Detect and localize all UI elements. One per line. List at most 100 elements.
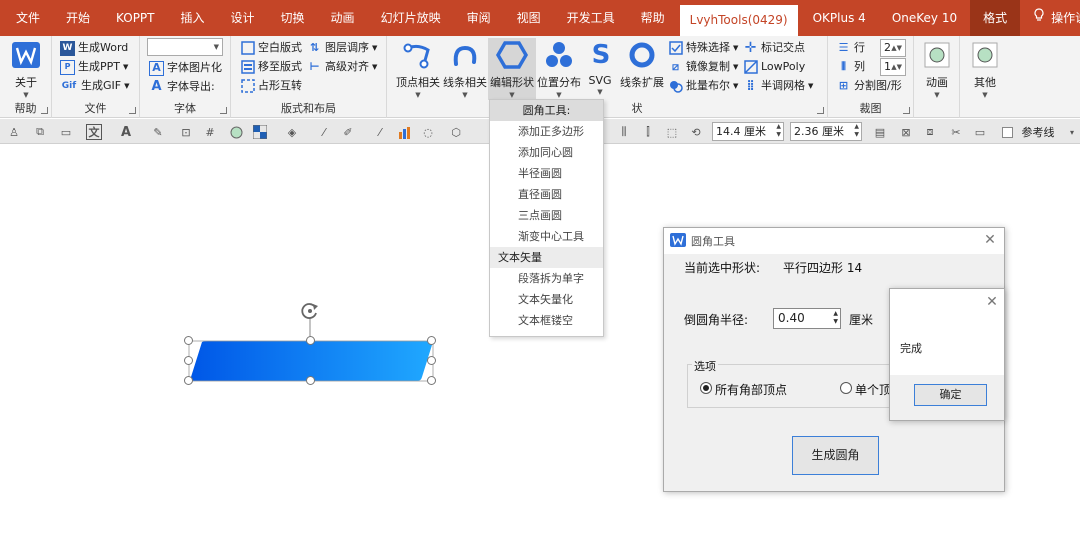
rotate-handle-icon[interactable] [300, 301, 320, 321]
frame-icon[interactable]: ▭ [972, 124, 988, 140]
resize-handle[interactable] [427, 336, 436, 345]
group-expand-icon[interactable] [903, 107, 910, 114]
gen-ppt-button[interactable]: P 生成PPT ▼ [60, 57, 128, 77]
lowpoly-button[interactable]: LowPoly [743, 57, 805, 77]
group-expand-icon[interactable] [220, 107, 227, 114]
radio-all-corners[interactable] [700, 382, 712, 394]
person-icon[interactable]: ♙ [6, 124, 22, 140]
align-icon[interactable]: ⫼ [616, 124, 632, 140]
color-block-icon[interactable] [252, 124, 268, 140]
chevron-down-icon[interactable]: ▾ [1064, 124, 1080, 140]
font-export-button[interactable]: A 字体导出: [149, 77, 214, 97]
tab-review[interactable]: 审阅 [454, 0, 504, 36]
placeholder-swap-button[interactable]: 占形互转 [240, 76, 302, 96]
tab-insert[interactable]: 插入 [168, 0, 218, 36]
font-to-image-button[interactable]: A 字体图片化 [149, 58, 222, 78]
group-objects-icon[interactable]: ⧉ [32, 124, 48, 140]
shape-outline-icon[interactable]: ⬡ [448, 124, 464, 140]
mirror-copy-button[interactable]: ⧄ 镜像复制 ▼ [668, 57, 738, 77]
resize-handle[interactable] [184, 376, 193, 385]
table-icon[interactable]: ▤ [872, 124, 888, 140]
radius-input[interactable]: 0.40 ▲ ▼ [773, 308, 841, 329]
group-expand-icon[interactable] [129, 107, 136, 114]
vertex-button[interactable]: 顶点相关 ▼ [395, 38, 441, 99]
shape-width-input[interactable]: 14.4 厘米 ▲ ▼ [712, 122, 784, 141]
move-to-layout-button[interactable]: 移至版式 [240, 57, 302, 77]
other-button[interactable]: 其他 ▼ [968, 38, 1002, 99]
layer-order-button[interactable]: ⇅ 图层调序 ▼ [307, 38, 378, 58]
generate-rounded-button[interactable]: 生成圆角 [792, 436, 879, 475]
hash-icon[interactable]: # [202, 124, 218, 140]
text-style-icon[interactable]: 文 [86, 124, 102, 140]
resize-handle[interactable] [306, 376, 315, 385]
rows-stepper[interactable]: 2 ▲▼ [880, 39, 906, 57]
menu-section-rounded-tool[interactable]: 圆角工具: [490, 100, 603, 121]
textbox-icon[interactable]: ▭ [58, 124, 74, 140]
menu-item-split-paragraph[interactable]: 段落拆为单字 [490, 268, 603, 289]
resize-handle[interactable] [427, 376, 436, 385]
menu-item-textbox-hollow[interactable]: 文本框镂空 [490, 310, 603, 331]
resize-handle[interactable] [306, 336, 315, 345]
menu-item-gradient-center[interactable]: 渐变中心工具 [490, 226, 603, 247]
advanced-align-button[interactable]: ⊢ 高级对齐 ▼ [307, 57, 377, 77]
eyedropper-icon[interactable]: ✎ [150, 124, 166, 140]
gen-gif-button[interactable]: Gif 生成GIF ▼ [60, 76, 130, 96]
shape-fill-icon[interactable]: ◌ [420, 124, 436, 140]
tab-format[interactable]: 格式 [970, 0, 1021, 36]
tab-slideshow[interactable]: 幻灯片放映 [368, 0, 454, 36]
tab-view[interactable]: 视图 [504, 0, 554, 36]
font-select[interactable]: ▼ [147, 38, 223, 56]
tab-design[interactable]: 设计 [218, 0, 268, 36]
menu-item-add-polygon[interactable]: 添加正多边形 [490, 121, 603, 142]
menu-item-radius-circle[interactable]: 半径画圆 [490, 163, 603, 184]
line-expand-button[interactable]: 线条扩展 [619, 38, 665, 90]
circle-fill-icon[interactable] [228, 124, 244, 140]
resize-handle[interactable] [184, 336, 193, 345]
group-expand-icon[interactable] [41, 107, 48, 114]
arrange-icon[interactable]: ⧈ [922, 124, 938, 140]
tab-animations[interactable]: 动画 [318, 0, 368, 36]
edit-shape-button[interactable]: 编辑形状 ▼ [488, 38, 536, 100]
position-dist-button[interactable]: 位置分布 ▼ [536, 38, 582, 99]
rotate-icon[interactable]: ⟲ [688, 124, 704, 140]
close-box-icon[interactable]: ⊠ [898, 124, 914, 140]
gen-word-button[interactable]: W 生成Word [60, 38, 128, 58]
tab-transitions[interactable]: 切换 [268, 0, 318, 36]
tab-home[interactable]: 开始 [53, 0, 103, 36]
guide-lines-checkbox[interactable] [1002, 127, 1013, 138]
radio-single-corner[interactable] [840, 382, 852, 394]
shape-height-input[interactable]: 2.36 厘米 ▲ ▼ [790, 122, 862, 141]
pipette-icon[interactable]: ⁄ [316, 124, 332, 140]
animation-button[interactable]: 动画 ▼ [920, 38, 954, 99]
bar-chart-icon[interactable] [396, 124, 412, 140]
pen-icon[interactable]: ✐ [340, 124, 356, 140]
tab-koppt[interactable]: KOPPT [103, 0, 167, 36]
close-icon[interactable]: ✕ [984, 294, 1000, 310]
menu-item-diameter-circle[interactable]: 直径画圆 [490, 184, 603, 205]
menu-item-text-vectorize[interactable]: 文本矢量化 [490, 289, 603, 310]
resize-handle[interactable] [184, 356, 193, 365]
blank-layout-button[interactable]: 空白版式 [240, 38, 302, 58]
tell-me-search[interactable]: 操作说明搜索 [1020, 0, 1080, 36]
svg-button[interactable]: S SVG ▼ [584, 38, 616, 96]
wrench-icon[interactable]: ✂ [948, 124, 964, 140]
dialog-titlebar[interactable]: 圆角工具 [664, 228, 1004, 254]
crop-icon[interactable]: ⊡ [178, 124, 194, 140]
dropper-icon[interactable]: ⁄ [372, 124, 388, 140]
spin-icon[interactable]: ▲ ▼ [833, 310, 838, 326]
tab-okplus[interactable]: OKPlus 4 [800, 0, 879, 36]
close-icon[interactable]: ✕ [982, 232, 998, 248]
tab-onekey[interactable]: OneKey 10 [879, 0, 970, 36]
send-back-icon[interactable]: ⬚ [664, 124, 680, 140]
special-select-button[interactable]: 特殊选择 ▼ [668, 38, 738, 58]
tab-help[interactable]: 帮助 [628, 0, 678, 36]
halftone-button[interactable]: ⣿ 半调网格 ▼ [743, 76, 814, 96]
distribute-v-icon[interactable]: ⫿ [640, 124, 656, 140]
font-color-icon[interactable]: A [118, 124, 134, 140]
resize-handle[interactable] [427, 356, 436, 365]
ok-button[interactable]: 确定 [914, 384, 987, 406]
batch-boolean-button[interactable]: 批量布尔 ▼ [668, 76, 738, 96]
tab-file[interactable]: 文件 [0, 0, 53, 36]
cols-stepper[interactable]: 1 ▲▼ [880, 58, 906, 76]
line-button[interactable]: 线条相关 ▼ [442, 38, 488, 99]
